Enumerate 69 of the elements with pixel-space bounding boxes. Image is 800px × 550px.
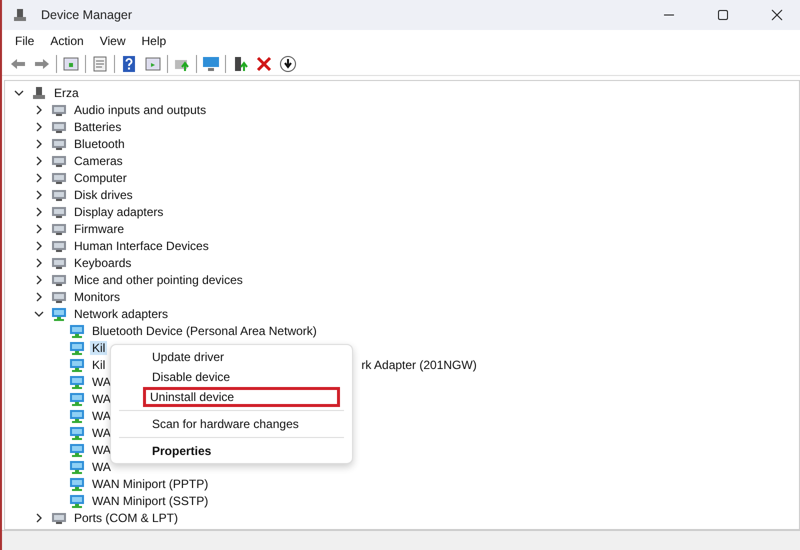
tree-node[interactable]: Bluetooth <box>72 136 127 150</box>
network-monitor-icon <box>69 476 85 490</box>
context-menu-item[interactable]: Uninstall device <box>143 387 340 407</box>
device-icon <box>51 154 67 168</box>
tree-node[interactable]: WAN Miniport (PPTP) <box>90 476 210 490</box>
device-icon <box>51 102 67 116</box>
tree-node[interactable]: Disk drives <box>72 188 135 202</box>
tree-node[interactable]: Monitors <box>72 290 122 304</box>
device-icon <box>51 188 67 202</box>
tree-node[interactable]: Human Interface Devices <box>72 238 211 252</box>
tree-node[interactable]: Batteries <box>72 120 124 134</box>
tree-node[interactable]: Ports (COM & LPT) <box>72 510 180 524</box>
tree-node[interactable]: WA <box>90 408 113 422</box>
context-menu-item[interactable]: Disable device <box>115 367 340 387</box>
network-monitor-icon <box>69 340 85 354</box>
network-monitor-icon <box>69 426 85 440</box>
context-menu-item[interactable]: Update driver <box>115 347 340 367</box>
network-monitor-icon <box>69 392 85 406</box>
network-monitor-icon <box>69 374 85 388</box>
tree-node[interactable]: Audio inputs and outputs <box>72 102 208 116</box>
device-icon <box>51 170 67 184</box>
network-monitor-icon <box>69 324 85 338</box>
close-icon[interactable] <box>771 9 783 21</box>
tree-node[interactable]: WAN Miniport (SSTP) <box>90 494 210 508</box>
tree-node[interactable]: Cameras <box>72 154 125 168</box>
menu-item[interactable]: File <box>8 32 42 50</box>
menu-item[interactable]: View <box>92 32 132 50</box>
network-monitor-icon <box>51 306 67 320</box>
maximize-icon[interactable] <box>717 9 729 21</box>
network-monitor-icon <box>69 442 85 456</box>
properties-icon[interactable] <box>91 54 109 72</box>
context-menu-item[interactable]: Scan for hardware changes <box>115 414 340 434</box>
computer-icon <box>31 86 47 100</box>
device-icon <box>51 222 67 236</box>
tree-node[interactable]: WA <box>90 392 113 406</box>
network-monitor-icon <box>69 358 85 372</box>
device-icon <box>51 136 67 150</box>
uninstall-icon[interactable] <box>255 54 273 72</box>
tree-node[interactable]: Kil <box>90 340 108 354</box>
network-monitor-icon <box>69 460 85 474</box>
device-icon <box>51 510 67 524</box>
tree-node[interactable]: Mice and other pointing devices <box>72 272 245 286</box>
device-icon <box>51 290 67 304</box>
tree-node[interactable]: Kil <box>90 358 108 372</box>
device-icon <box>51 256 67 270</box>
tree-node[interactable]: Firmware <box>72 222 126 236</box>
tree-node[interactable]: Display adapters <box>72 204 166 218</box>
tree-node[interactable]: WA <box>90 442 113 456</box>
network-monitor-icon <box>69 494 85 508</box>
menu-item[interactable]: Help <box>134 32 174 50</box>
tree-node[interactable]: Network adapters <box>72 306 170 320</box>
tree-node-text: rk Adapter (201NGW) <box>361 358 477 372</box>
device-icon <box>51 204 67 218</box>
computer-icon <box>12 8 28 22</box>
tree-node[interactable]: WA <box>90 374 113 388</box>
tree-node[interactable]: WA <box>90 426 113 440</box>
menu-item[interactable]: Action <box>43 32 91 50</box>
context-menu-item[interactable]: Properties <box>115 441 340 461</box>
device-icon <box>51 238 67 252</box>
network-monitor-icon <box>69 408 85 422</box>
tree-node[interactable]: Computer <box>72 170 129 184</box>
tree-node[interactable]: WA <box>90 460 113 474</box>
tree-node[interactable]: Bluetooth Device (Personal Area Network) <box>90 324 319 338</box>
device-icon <box>51 120 67 134</box>
device-icon <box>51 272 67 286</box>
tree-node[interactable]: Keyboards <box>72 256 134 270</box>
help-icon[interactable] <box>120 54 138 72</box>
tree-node[interactable]: Erza <box>52 86 81 100</box>
window-title: Device Manager <box>41 8 134 22</box>
